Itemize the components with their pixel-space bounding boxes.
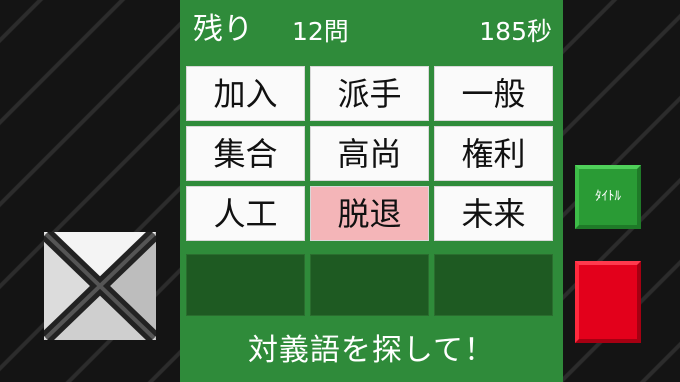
word-tile[interactable]: 一般 bbox=[434, 66, 553, 121]
word-tile[interactable]: 派手 bbox=[310, 66, 429, 121]
word-tile[interactable]: 人工 bbox=[186, 186, 305, 241]
empty-slot bbox=[434, 254, 553, 316]
word-tile[interactable]: 高尚 bbox=[310, 126, 429, 181]
word-tile[interactable]: 加入 bbox=[186, 66, 305, 121]
empty-slot bbox=[186, 254, 305, 316]
remaining-label: 残り bbox=[193, 12, 253, 47]
instruction-text: 対義語を探して！ bbox=[247, 333, 496, 368]
word-tile-selected[interactable]: 脱退 bbox=[310, 186, 429, 241]
remaining-count: 12問 bbox=[292, 17, 349, 46]
red-button[interactable] bbox=[575, 261, 641, 343]
empty-slot bbox=[310, 254, 429, 316]
x-icon bbox=[41, 228, 159, 344]
status-bar: 残り 12問 185秒 bbox=[180, 0, 563, 62]
word-tile[interactable]: 未来 bbox=[434, 186, 553, 241]
word-tile[interactable]: 集合 bbox=[186, 126, 305, 181]
time-remaining: 185秒 bbox=[479, 17, 552, 46]
title-button[interactable]: ﾀｲﾄﾙ bbox=[575, 165, 641, 229]
word-tile[interactable]: 権利 bbox=[434, 126, 553, 181]
close-button[interactable] bbox=[41, 228, 159, 344]
word-grid: 加入 派手 一般 集合 高尚 権利 人工 脱退 未来 bbox=[186, 66, 557, 316]
